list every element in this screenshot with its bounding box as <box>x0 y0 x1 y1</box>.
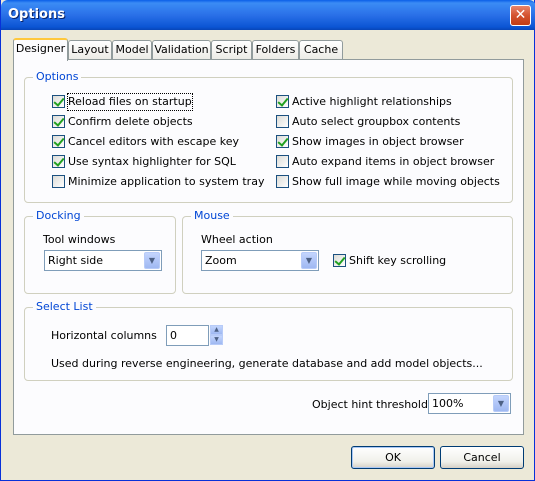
checkbox-label: Show full image while moving objects <box>292 175 500 188</box>
wheel-action-value: Zoom <box>205 254 237 267</box>
wheel-action-label: Wheel action <box>201 233 273 246</box>
tab-layout[interactable]: Layout <box>68 40 112 59</box>
options-group-title: Options <box>33 70 82 83</box>
docking-group: Docking Tool windows Right side ▼ <box>24 209 176 294</box>
tab-model[interactable]: Model <box>112 40 152 59</box>
checkbox-label: Use syntax highlighter for SQL <box>68 155 236 168</box>
chevron-down-icon[interactable]: ▼ <box>144 252 160 269</box>
tab-script[interactable]: Script <box>211 40 252 59</box>
options-dialog: Options ✕ Designer Layout Model Validati… <box>0 0 535 481</box>
checkbox-box[interactable] <box>52 115 65 128</box>
object-hint-label: Object hint threshold <box>312 398 428 411</box>
mouse-group-title: Mouse <box>191 209 233 222</box>
object-hint-select[interactable]: 100% ▼ <box>428 393 511 414</box>
checkbox-box[interactable] <box>333 254 346 267</box>
checkbox-box[interactable] <box>276 135 289 148</box>
options-group: Options Reload files on startup Confirm … <box>24 70 513 203</box>
checkbox-label: Active highlight relationships <box>292 95 452 108</box>
spin-down-icon[interactable]: ▼ <box>210 335 223 345</box>
tab-folders[interactable]: Folders <box>252 40 299 59</box>
spin-up-icon[interactable]: ▲ <box>210 325 223 335</box>
object-hint-value: 100% <box>432 397 464 410</box>
select-list-group-title: Select List <box>33 300 96 313</box>
horizontal-columns-spinner[interactable]: ▲ ▼ <box>210 325 223 346</box>
ok-button[interactable]: OK <box>351 446 435 469</box>
chevron-down-icon[interactable]: ▼ <box>301 252 317 269</box>
tool-windows-select[interactable]: Right side ▼ <box>44 250 162 271</box>
tab-designer[interactable]: Designer <box>13 38 68 61</box>
checkbox-label: Auto expand items in object browser <box>292 155 495 168</box>
cancel-button[interactable]: Cancel <box>440 446 524 469</box>
tab-cache[interactable]: Cache <box>299 40 343 59</box>
checkbox-label: Auto select groupbox contents <box>292 115 461 128</box>
checkbox-box[interactable] <box>276 95 289 108</box>
title-bar[interactable]: Options ✕ <box>1 0 535 30</box>
checkbox-label: Cancel editors with escape key <box>68 135 239 148</box>
checkbox-label: Show images in object browser <box>292 135 464 148</box>
horizontal-columns-value: 0 <box>170 329 177 342</box>
checkbox-label: Shift key scrolling <box>349 254 447 267</box>
checkbox-box[interactable] <box>52 95 65 108</box>
checkbox-label: Confirm delete objects <box>68 115 193 128</box>
tab-validation[interactable]: Validation <box>152 40 211 59</box>
checkbox-box[interactable] <box>276 115 289 128</box>
checkbox-label: Reload files on startup <box>67 93 193 111</box>
checkbox-box[interactable] <box>52 135 65 148</box>
designer-panel: Options Reload files on startup Confirm … <box>13 59 524 435</box>
mouse-group: Mouse Wheel action Zoom ▼ Shift key scro… <box>182 209 513 294</box>
checkbox-box[interactable] <box>52 155 65 168</box>
chevron-down-icon[interactable]: ▼ <box>493 395 509 412</box>
checkbox-label: Minimize application to system tray <box>68 175 265 188</box>
select-list-description: Used during reverse engineering, generat… <box>51 357 483 370</box>
checkbox-box[interactable] <box>276 175 289 188</box>
tool-windows-label: Tool windows <box>43 233 116 246</box>
checkbox-box[interactable] <box>276 155 289 168</box>
close-button[interactable]: ✕ <box>510 5 531 26</box>
close-icon: ✕ <box>514 7 527 23</box>
horizontal-columns-input[interactable]: 0 <box>166 325 209 346</box>
wheel-action-select[interactable]: Zoom ▼ <box>201 250 319 271</box>
select-list-group: Select List Horizontal columns 0 ▲ ▼ Use… <box>24 300 513 381</box>
tool-windows-value: Right side <box>48 254 103 267</box>
docking-group-title: Docking <box>33 209 84 222</box>
window-title: Options <box>8 7 65 22</box>
horizontal-columns-label: Horizontal columns <box>51 329 157 342</box>
checkbox-box[interactable] <box>52 175 65 188</box>
